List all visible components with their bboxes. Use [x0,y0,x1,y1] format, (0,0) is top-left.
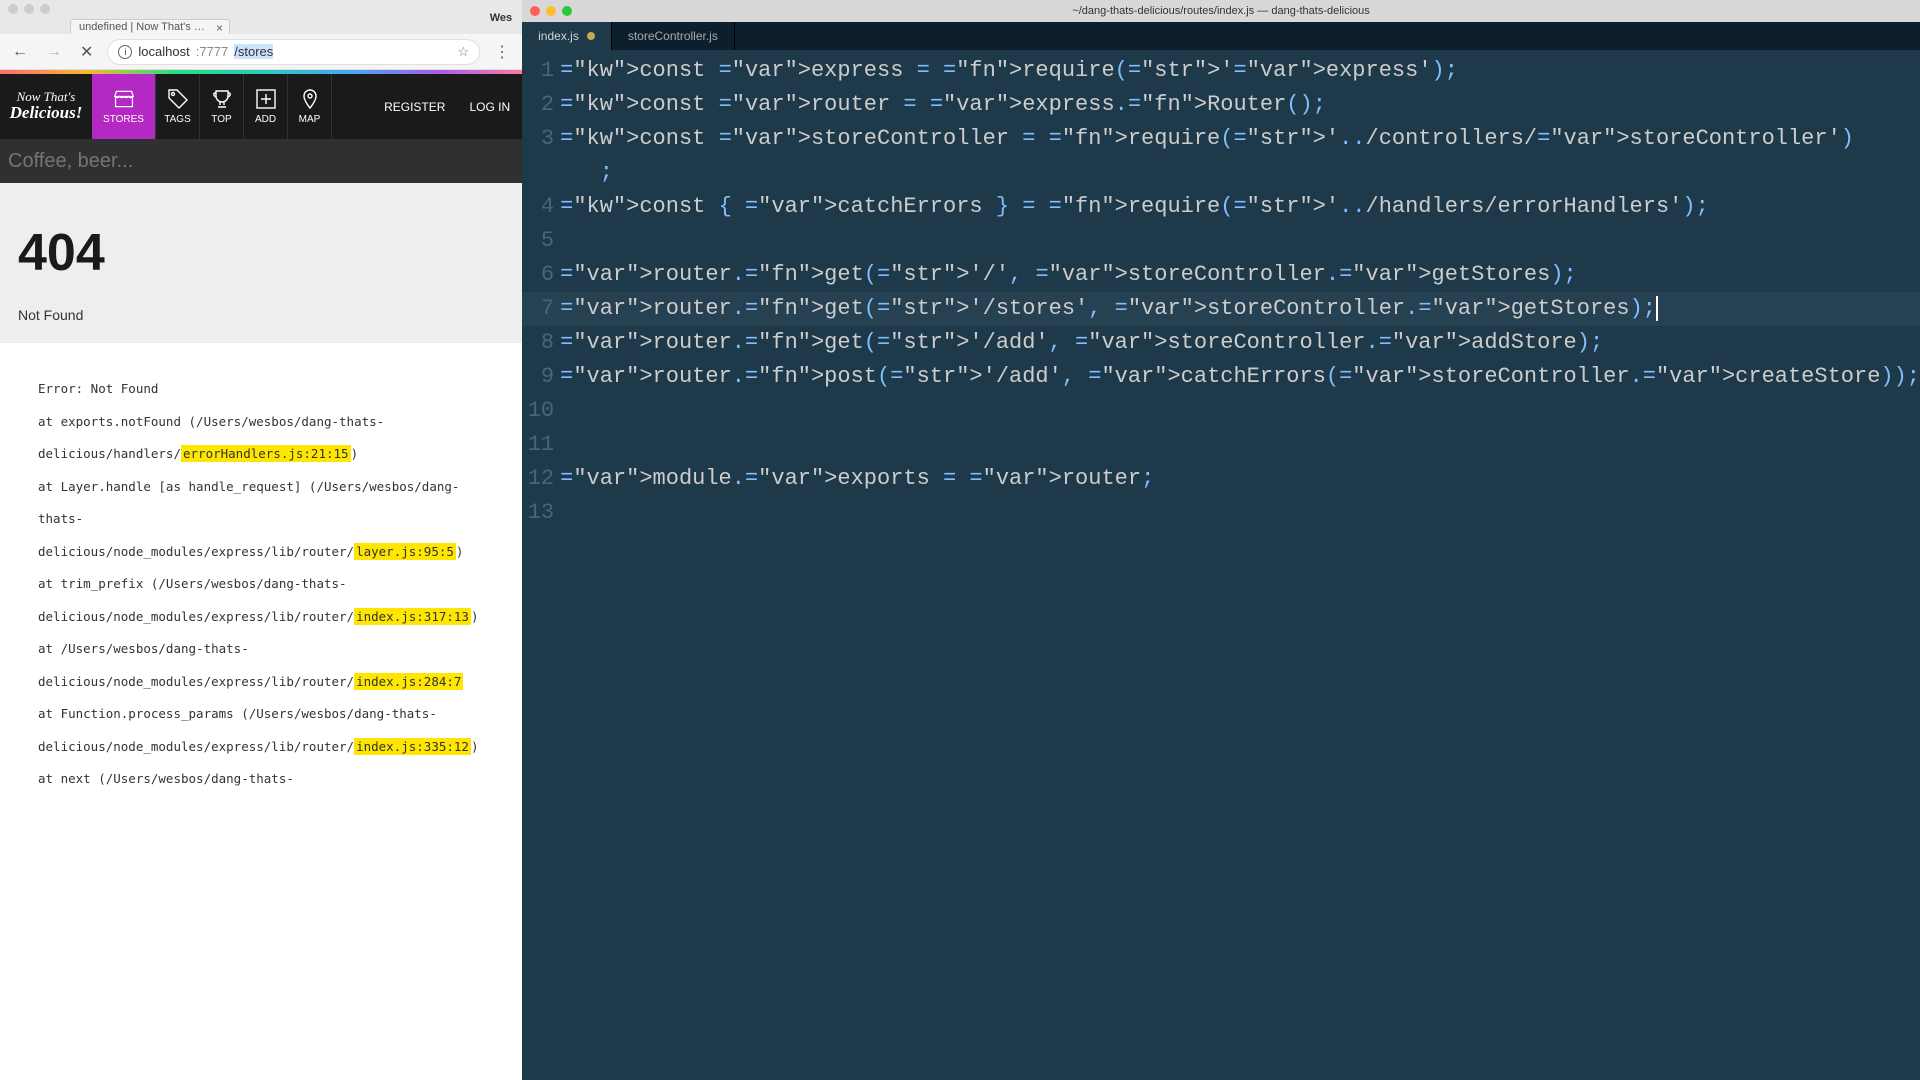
page-content: 404 Not Found Error: Not Foundat exports… [0,183,522,1080]
bookmark-star-icon[interactable]: ☆ [457,44,469,60]
code-line: 7="var">router.="fn">get(="str">'/stores… [522,292,1920,326]
code-line: 4="kw">const { ="var">catchErrors } = ="… [522,190,1920,224]
kebab-menu-icon[interactable]: ⋮ [490,42,514,62]
stack-trace: Error: Not Foundat exports.notFound (/Us… [0,343,522,826]
nav-label: MAP [299,114,321,125]
logo-line2: Delicious! [10,104,83,123]
close-dot[interactable] [8,4,18,14]
url-path: /stores [234,44,273,59]
editor-tab-strip: index.jsstoreController.js [522,22,1920,50]
stack-line: Error: Not Found [38,373,484,406]
stack-line: at exports.notFound (/Users/wesbos/dang-… [38,406,484,471]
trophy-icon [211,88,233,110]
nav-label: TOP [211,114,231,125]
editor-window: ~/dang-thats-delicious/routes/index.js —… [522,0,1920,1080]
error-subheading: Not Found [18,307,504,323]
nav-tags[interactable]: TAGS [156,74,200,139]
browser-toolbar: ← → ✕ i localhost :7777/stores ☆ ⋮ [0,34,522,70]
stack-line: at next (/Users/wesbos/dang-thats- [38,763,484,796]
browser-tab[interactable]: undefined | Now That's Delicio × [70,19,230,34]
stack-line: at trim_prefix (/Users/wesbos/dang-thats… [38,568,484,633]
pin-icon [299,88,321,110]
info-icon[interactable]: i [118,45,132,59]
nav-add[interactable]: ADD [244,74,288,139]
error-heading: 404 [18,223,504,283]
editor-tab[interactable]: storeController.js [612,22,735,50]
url-host: localhost [138,44,189,59]
search-bar [0,139,522,183]
site-logo[interactable]: Now That's Delicious! [0,74,92,139]
nav-top[interactable]: TOP [200,74,244,139]
close-icon[interactable]: × [216,21,223,34]
logo-line1: Now That's [10,90,83,104]
code-line: 2="kw">const ="var">router = ="var">expr… [522,88,1920,122]
profile-menu-label[interactable]: Wes [490,12,512,24]
code-line: 12="var">module.="var">exports = ="var">… [522,462,1920,496]
browser-window: undefined | Now That's Delicio × Wes ← →… [0,0,522,1080]
nav-map[interactable]: MAP [288,74,332,139]
error-hero: 404 Not Found [0,183,522,343]
code-line: 1="kw">const ="var">express = ="fn">requ… [522,54,1920,88]
reload-button[interactable]: ✕ [76,42,97,62]
code-line: 13 [522,496,1920,530]
url-port: :7777 [196,44,229,59]
code-line: 6="var">router.="fn">get(="str">'/', ="v… [522,258,1920,292]
code-line: 11 [522,428,1920,462]
nav-stores[interactable]: STORES [92,74,156,139]
search-input[interactable] [8,150,514,173]
forward-button[interactable]: → [42,43,66,61]
login-link[interactable]: LOG IN [457,74,522,139]
back-button[interactable]: ← [8,43,32,61]
code-line: 10 [522,394,1920,428]
stack-line: at /Users/wesbos/dang-thats-delicious/no… [38,633,484,698]
store-icon [113,88,135,110]
code-line: 9="var">router.="fn">post(="str">'/add',… [522,360,1920,394]
site-navbar: Now That's Delicious! STORES TAGS TOP [0,74,522,139]
stack-line: at Function.process_params (/Users/wesbo… [38,698,484,763]
code-line: 3="kw">const ="var">storeController = ="… [522,122,1920,156]
minimize-dot[interactable] [24,4,34,14]
stack-line: at Layer.handle [as handle_request] (/Us… [38,471,484,569]
macos-traffic-lights [0,0,522,18]
tag-icon [167,88,189,110]
code-line: 5 [522,224,1920,258]
code-line: 8="var">router.="fn">get(="str">'/add', … [522,326,1920,360]
url-input[interactable]: i localhost :7777/stores ☆ [107,39,480,65]
editor-tab[interactable]: index.js [522,22,612,50]
nav-label: ADD [255,114,276,125]
nav-label: TAGS [164,114,190,125]
browser-tab-strip: undefined | Now That's Delicio × Wes [0,18,522,34]
plus-icon [255,88,277,110]
zoom-dot[interactable] [40,4,50,14]
code-area[interactable]: 1="kw">const ="var">express = ="fn">requ… [522,50,1920,1080]
editor-title: ~/dang-thats-delicious/routes/index.js —… [522,5,1920,17]
tab-title: undefined | Now That's Delicio [79,21,227,33]
code-line: ; [522,156,1920,190]
editor-titlebar: ~/dang-thats-delicious/routes/index.js —… [522,0,1920,22]
nav-label: STORES [103,114,144,125]
register-link[interactable]: REGISTER [372,74,457,139]
dirty-indicator-icon [587,32,595,40]
